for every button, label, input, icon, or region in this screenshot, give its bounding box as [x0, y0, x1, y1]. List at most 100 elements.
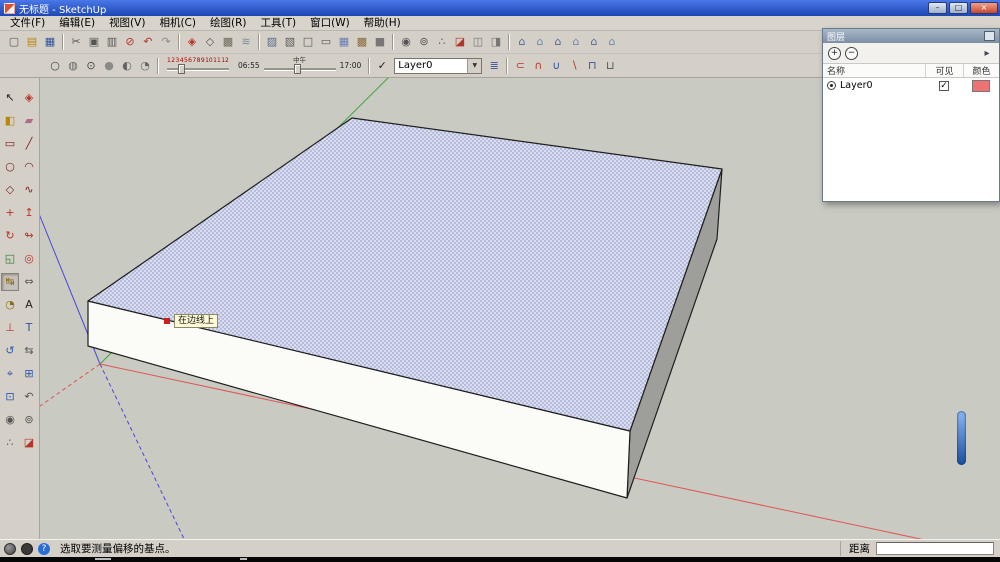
subtract-button[interactable]: ∖	[565, 57, 583, 75]
wireframe-button[interactable]: □	[299, 33, 317, 51]
view-back-button[interactable]: ⌂	[585, 33, 603, 51]
date-slider-thumb[interactable]	[178, 64, 185, 74]
position-camera-button[interactable]: ◉	[397, 33, 415, 51]
eraser-button[interactable]: ▰	[20, 112, 38, 130]
orbit-button[interactable]: ↺	[1, 342, 19, 360]
xray-button[interactable]: ▨	[263, 33, 281, 51]
intersect-button[interactable]: ∩	[529, 57, 547, 75]
display-section-planes-button[interactable]: ◫	[469, 33, 487, 51]
layer-details-button[interactable]: ▸	[980, 47, 994, 60]
zoom-button[interactable]: ⌖	[1, 365, 19, 383]
push-pull-button[interactable]: ↥	[20, 204, 38, 222]
view-right-button[interactable]: ⌂	[567, 33, 585, 51]
section-plane-button[interactable]: ◪	[451, 33, 469, 51]
layer-manager-button[interactable]: ≣	[485, 57, 503, 75]
back-edges-button[interactable]: ▧	[281, 33, 299, 51]
erase-button[interactable]: ⊘	[121, 33, 139, 51]
save-button[interactable]: ▦	[41, 33, 59, 51]
view-iso-button[interactable]: ⌂	[513, 33, 531, 51]
pan-button[interactable]: ⇆	[20, 342, 38, 360]
sphere-tool-button[interactable]: ●	[100, 57, 118, 75]
redo-button[interactable]: ↷	[157, 33, 175, 51]
menu-file[interactable]: 文件(F)	[3, 16, 52, 30]
view-front-button[interactable]: ⌂	[549, 33, 567, 51]
paste-button[interactable]: ▥	[103, 33, 121, 51]
layer-check-button[interactable]: ✓	[373, 57, 391, 75]
position-camera-button[interactable]: ◉	[1, 411, 19, 429]
zoom-window-button[interactable]: ⊞	[20, 365, 38, 383]
layer-row[interactable]: Layer0✓	[823, 78, 999, 93]
make-component-button[interactable]: ◈	[20, 89, 38, 107]
rectangle-button[interactable]: ▭	[1, 135, 19, 153]
previous-button[interactable]: ↶	[20, 388, 38, 406]
display-section-cuts-button[interactable]: ◨	[487, 33, 505, 51]
follow-me-button[interactable]: ↬	[20, 227, 38, 245]
menu-camera[interactable]: 相机(C)	[152, 16, 203, 30]
hidden-line-button[interactable]: ▭	[317, 33, 335, 51]
cone-tool-button[interactable]: ◐	[118, 57, 136, 75]
date-slider-track[interactable]	[167, 64, 229, 74]
ellipse-tool-button[interactable]: ◍	[64, 57, 82, 75]
circle-tool-button[interactable]: ○	[46, 57, 64, 75]
copy-button[interactable]: ▣	[85, 33, 103, 51]
layer-radio[interactable]	[827, 81, 836, 90]
polygon-button[interactable]: ◇	[1, 181, 19, 199]
view-left-button[interactable]: ⌂	[603, 33, 621, 51]
minimize-button[interactable]: –	[928, 2, 947, 14]
time-slider-track[interactable]	[264, 64, 336, 74]
menu-help[interactable]: 帮助(H)	[357, 16, 408, 30]
cylinder-tool-button[interactable]: ⊙	[82, 57, 100, 75]
trim-button[interactable]: ⊓	[583, 57, 601, 75]
outer-shell-button[interactable]: ⊂	[511, 57, 529, 75]
circle-button[interactable]: ○	[1, 158, 19, 176]
line-button[interactable]: ╱	[20, 135, 38, 153]
layer-combo-dropdown[interactable]: ▼	[467, 59, 481, 73]
measurement-input[interactable]	[876, 542, 994, 555]
remove-layer-button[interactable]: −	[845, 47, 858, 60]
walk-button[interactable]: ∴	[1, 434, 19, 452]
move-button[interactable]: +	[1, 204, 19, 222]
zoom-extents-button[interactable]: ⊡	[1, 388, 19, 406]
maximize-button[interactable]: □	[949, 2, 968, 14]
menu-tools[interactable]: 工具(T)	[253, 16, 303, 30]
look-around-button[interactable]: ⊚	[415, 33, 433, 51]
time-slider-thumb[interactable]	[294, 64, 301, 74]
layer-combo[interactable]: Layer0 ▼	[394, 58, 482, 74]
dimension-button[interactable]: ⇔	[20, 273, 38, 291]
paint-bucket-button[interactable]: ◧	[1, 112, 19, 130]
info-icon[interactable]	[21, 543, 33, 555]
layer-visible-checkbox[interactable]: ✓	[939, 81, 949, 91]
text-button[interactable]: A	[20, 296, 38, 314]
axes-button[interactable]: ⊥	[1, 319, 19, 337]
pie-tool-button[interactable]: ◔	[136, 57, 154, 75]
menu-window[interactable]: 窗口(W)	[303, 16, 357, 30]
offset-button[interactable]: ◎	[20, 250, 38, 268]
protractor-button[interactable]: ◔	[1, 296, 19, 314]
monochrome-button[interactable]: ■	[371, 33, 389, 51]
3d-text-button[interactable]: T	[20, 319, 38, 337]
layer-color-swatch[interactable]	[972, 80, 990, 92]
open-button[interactable]: ▤	[23, 33, 41, 51]
menu-edit[interactable]: 编辑(E)	[52, 16, 102, 30]
panel-collapse-button[interactable]	[984, 31, 995, 41]
undo-button[interactable]: ↶	[139, 33, 157, 51]
rotate-button[interactable]: ↻	[1, 227, 19, 245]
shadows-toggle-button[interactable]: ▩	[219, 33, 237, 51]
add-layer-button[interactable]: +	[828, 47, 841, 60]
fog-toggle-button[interactable]: ≋	[237, 33, 255, 51]
textured-button[interactable]: ▩	[353, 33, 371, 51]
freehand-button[interactable]: ∿	[20, 181, 38, 199]
make-component-button[interactable]: ◈	[183, 33, 201, 51]
help-icon[interactable]: ?	[38, 543, 50, 555]
scale-button[interactable]: ◱	[1, 250, 19, 268]
shaded-button[interactable]: ▦	[335, 33, 353, 51]
walk-button[interactable]: ∴	[433, 33, 451, 51]
close-button[interactable]: ×	[970, 2, 998, 14]
select-button[interactable]: ↖	[1, 89, 19, 107]
new-button[interactable]: ▢	[5, 33, 23, 51]
menu-draw[interactable]: 绘图(R)	[203, 16, 254, 30]
split-button[interactable]: ⊔	[601, 57, 619, 75]
menu-view[interactable]: 视图(V)	[102, 16, 152, 30]
arc-button[interactable]: ◠	[20, 158, 38, 176]
cut-button[interactable]: ✂	[67, 33, 85, 51]
